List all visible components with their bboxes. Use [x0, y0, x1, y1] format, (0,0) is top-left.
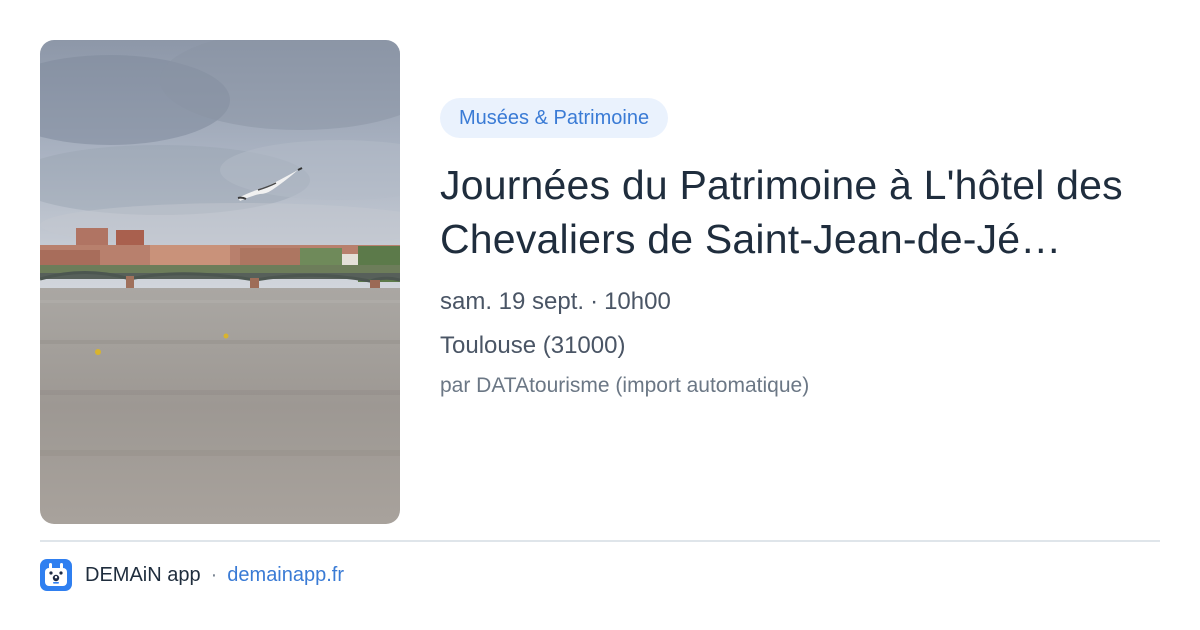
event-photo-illustration: [40, 40, 400, 524]
event-photo: [40, 40, 400, 524]
app-domain-link[interactable]: demainapp.fr: [227, 564, 344, 587]
datetime-separator: ·: [590, 288, 599, 315]
event-title[interactable]: Journées du Patrimoine à L'hôtel des Che…: [440, 158, 1140, 266]
app-logo-icon: [40, 559, 72, 591]
event-date: sam. 19 sept.: [440, 288, 585, 315]
footer-separator: ·: [210, 563, 218, 586]
footer-divider: [40, 540, 1160, 542]
category-badge[interactable]: Musées & Patrimoine: [440, 98, 669, 138]
app-name: DEMAiN app: [85, 563, 201, 586]
footer: DEMAiN app · demainapp.fr: [40, 558, 344, 592]
event-details: Musées & Patrimoine Journées du Patrimoi…: [440, 98, 1160, 400]
event-source: par DATAtourisme (import automatique): [440, 374, 810, 397]
event-time: 10h00: [604, 288, 671, 315]
event-location: Toulouse (31000): [440, 332, 626, 359]
event-preview-card[interactable]: Musées & Patrimoine Journées du Patrimoi…: [0, 0, 1200, 630]
event-datetime: sam. 19 sept. · 10h00: [440, 286, 1160, 318]
